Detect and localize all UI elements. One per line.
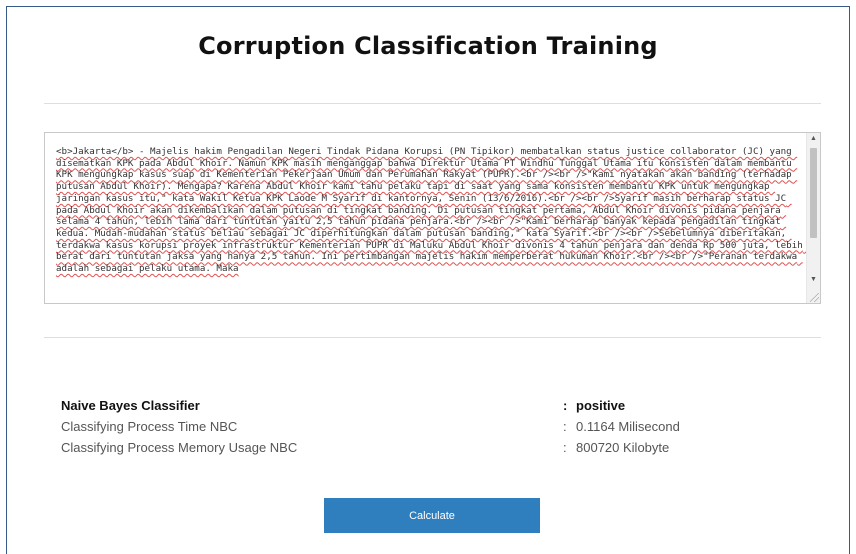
result-row-time: Classifying Process Time NBC : 0.1164 Mi… — [61, 416, 761, 437]
classifier-separator: : — [563, 398, 568, 413]
time-label: Classifying Process Time NBC — [61, 419, 238, 434]
textarea-scrollbar[interactable]: ▲ ▼ — [806, 133, 820, 303]
memory-value: 800720 Kilobyte — [576, 440, 670, 455]
divider-middle — [44, 337, 821, 338]
classifier-value: positive — [576, 398, 626, 413]
result-row-classifier: Naive Bayes Classifier : positive — [61, 395, 761, 416]
page-title: Corruption Classification Training — [198, 32, 658, 60]
scroll-up-icon[interactable]: ▲ — [807, 133, 820, 145]
memory-label: Classifying Process Memory Usage NBC — [61, 440, 298, 455]
time-separator: : — [563, 419, 567, 434]
article-textarea[interactable]: <b>Jakarta</b> - Majelis hakim Pengadila… — [44, 132, 821, 304]
results-panel: Naive Bayes Classifier : positive Classi… — [61, 395, 761, 458]
classifier-label: Naive Bayes Classifier — [61, 398, 200, 413]
article-text[interactable]: <b>Jakarta</b> - Majelis hakim Pengadila… — [56, 146, 806, 302]
scroll-down-icon[interactable]: ▼ — [807, 274, 820, 286]
divider-top — [44, 103, 821, 104]
calculate-button[interactable]: Calculate — [324, 498, 540, 533]
time-value: 0.1164 Milisecond — [576, 419, 680, 434]
result-row-memory: Classifying Process Memory Usage NBC : 8… — [61, 437, 761, 458]
scroll-thumb[interactable] — [810, 148, 817, 238]
memory-separator: : — [563, 440, 567, 455]
resize-grip-icon[interactable] — [810, 293, 819, 302]
